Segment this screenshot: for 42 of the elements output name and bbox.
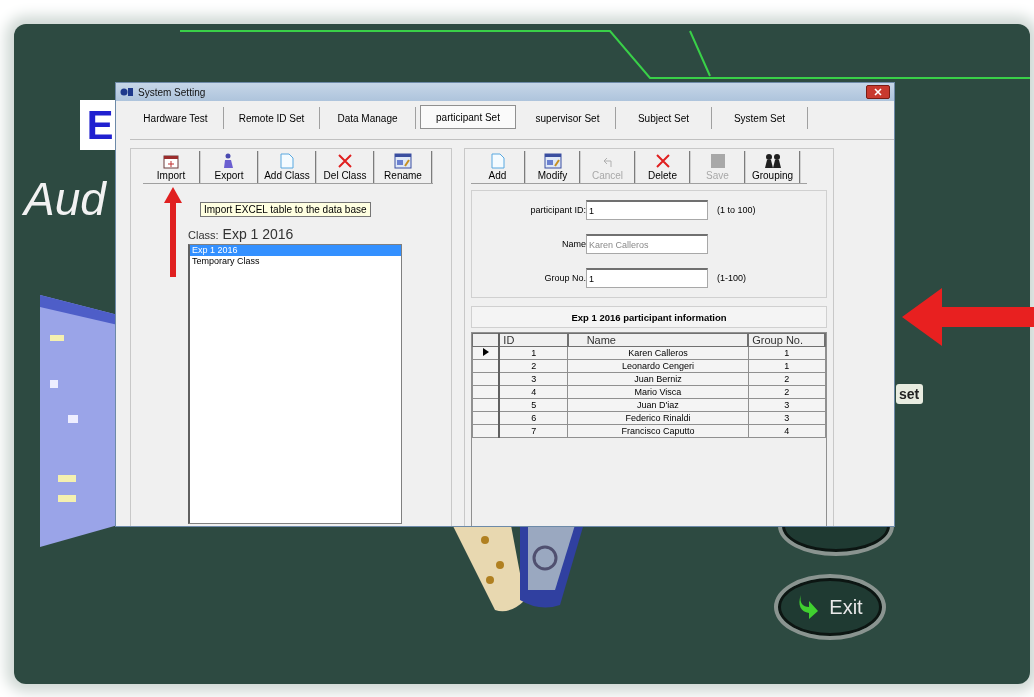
tab[interactable]: Hardware Test (128, 107, 224, 129)
range-hint: (1-100) (717, 273, 746, 283)
column-header[interactable]: ID (499, 333, 568, 347)
close-icon (874, 88, 882, 96)
people-icon (763, 153, 782, 169)
range-hint: (1 to 100) (717, 205, 756, 215)
cross-icon (654, 153, 671, 169)
close-button[interactable] (866, 85, 890, 99)
cross-icon (337, 153, 353, 169)
triangle-icon (482, 348, 489, 356)
column-header[interactable]: Name (567, 333, 749, 347)
field-label: Name (561, 239, 586, 249)
figure-icon (222, 153, 236, 169)
page-icon (489, 153, 506, 169)
app-title: Aud (24, 172, 106, 226)
tab[interactable]: Subject Set (616, 107, 712, 129)
input-field[interactable]: 1 (586, 200, 708, 220)
tab[interactable]: participant Set (420, 105, 516, 129)
menu-button[interactable]: set (896, 384, 924, 404)
table-title: Exp 1 2016 participant information (471, 306, 827, 328)
arrow-icon (164, 187, 182, 277)
form-icon (394, 153, 412, 169)
window-icon (163, 155, 179, 169)
form-icon (543, 153, 562, 169)
app-icon (120, 87, 134, 97)
class-name: Exp 1 2016 (222, 226, 294, 242)
column-header[interactable]: Group No. (748, 333, 825, 347)
field-label: participant ID: (529, 205, 586, 215)
square-icon (709, 153, 726, 169)
class-label: Class: (188, 229, 219, 241)
page-icon (279, 153, 295, 169)
tooltip: Import EXCEL table to the data base (200, 202, 371, 217)
tab[interactable]: supervisor Set (520, 107, 616, 129)
window-title: System Setting (138, 86, 206, 98)
tab[interactable]: Remote ID Set (224, 107, 320, 129)
tab[interactable]: Data Manage (320, 107, 416, 129)
list-item[interactable]: Temporary Class (190, 256, 401, 267)
arrow-icon (797, 595, 820, 619)
tab[interactable]: System Set (712, 107, 808, 129)
input-field[interactable]: 1 (586, 268, 708, 288)
arrow-icon (902, 288, 1034, 346)
field-label: Group No. (543, 273, 586, 283)
